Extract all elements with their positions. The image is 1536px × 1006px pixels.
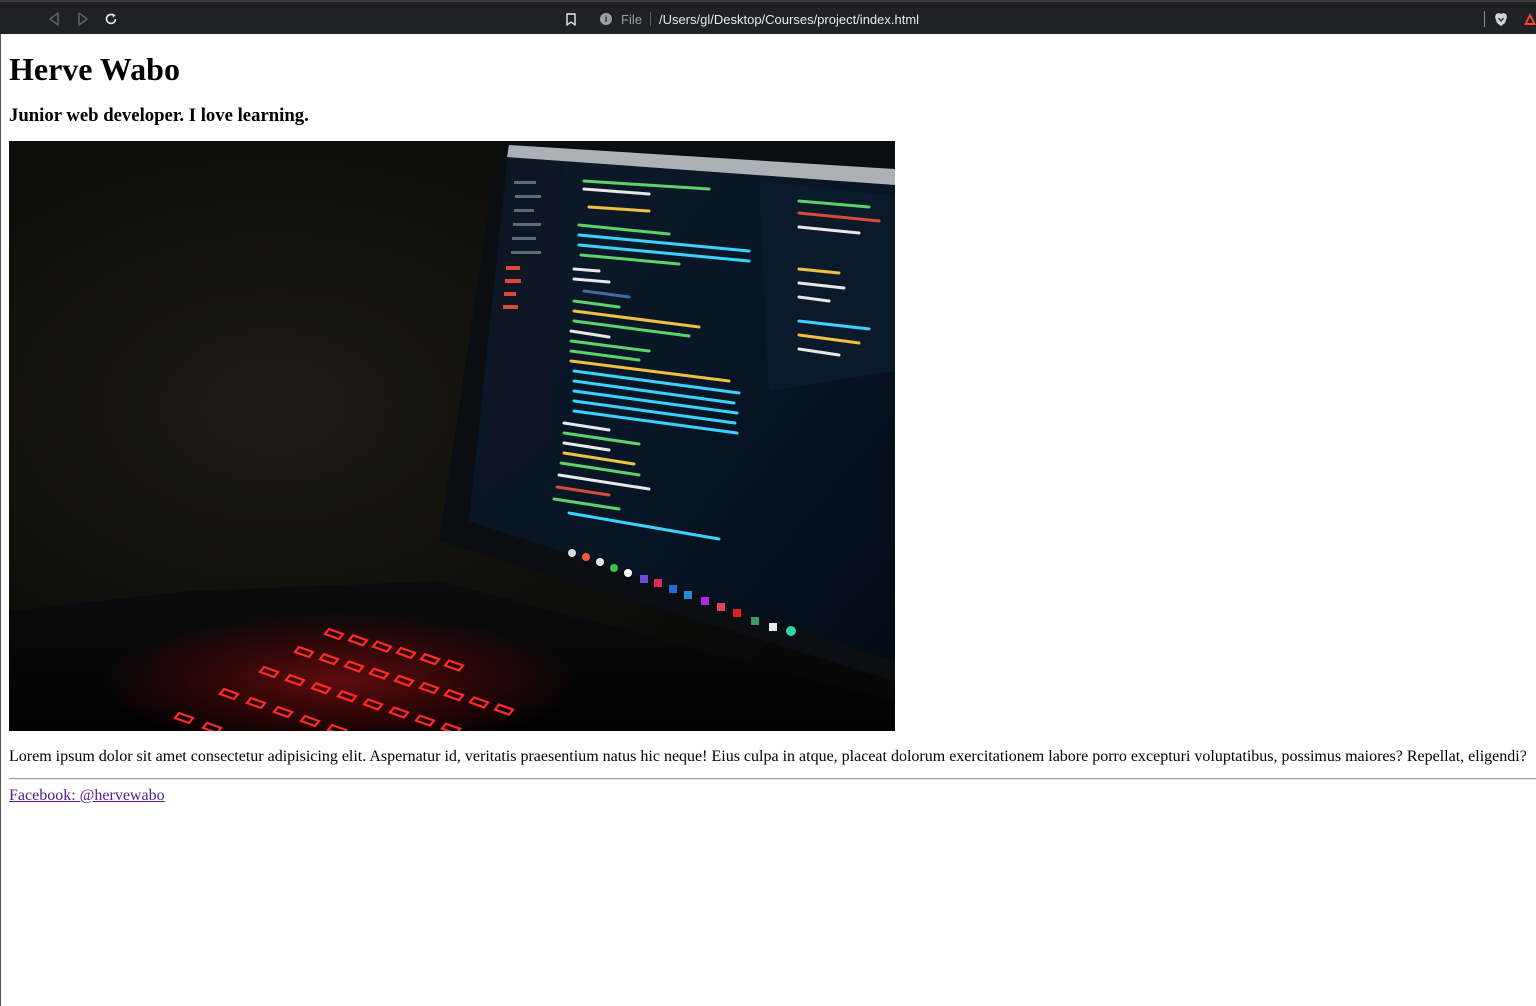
back-button[interactable]	[43, 8, 65, 30]
back-arrow-icon	[49, 12, 59, 26]
facebook-link[interactable]: Facebook: @hervewabo	[9, 786, 165, 805]
address-bar[interactable]: i File /Users/gl/Desktop/Courses/project…	[592, 6, 1482, 32]
page-subtitle: Junior web developer. I love learning.	[9, 105, 309, 126]
horizontal-rule	[9, 778, 1536, 780]
address-divider	[649, 12, 651, 26]
page-title: Herve Wabo	[9, 51, 180, 87]
address-url[interactable]: /Users/gl/Desktop/Courses/project/index.…	[659, 12, 919, 27]
info-icon[interactable]: i	[600, 13, 612, 25]
forward-arrow-icon	[78, 12, 88, 26]
hero-image-laptop-code	[9, 141, 895, 731]
toolbar-divider	[1484, 11, 1485, 27]
brave-shield-icon[interactable]	[1494, 12, 1508, 27]
forward-button[interactable]	[72, 8, 94, 30]
address-scheme: File	[621, 11, 642, 27]
bookmark-button[interactable]	[560, 8, 582, 30]
brave-rewards-icon[interactable]	[1523, 12, 1536, 26]
browser-toolbar: i File /Users/gl/Desktop/Courses/project…	[0, 0, 1536, 34]
reload-icon	[105, 13, 117, 25]
reload-button[interactable]	[100, 8, 122, 30]
intro-paragraph: Lorem ipsum dolor sit amet consectetur a…	[9, 748, 1527, 765]
page-viewport: Herve Wabo Junior web developer. I love …	[0, 34, 1536, 1006]
bookmark-icon	[566, 12, 576, 26]
